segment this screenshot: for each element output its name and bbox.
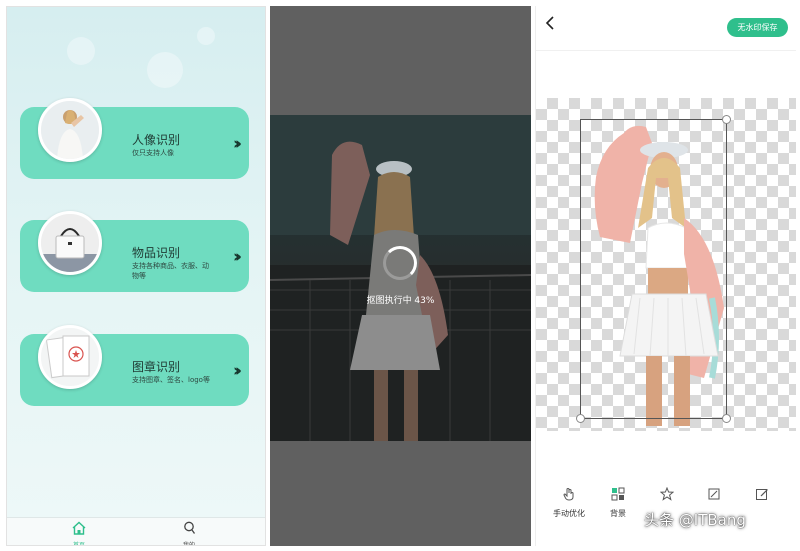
- card-portrait[interactable]: 人像识别 仅只支持人像 ››: [20, 98, 249, 179]
- tab-home[interactable]: 首页: [59, 520, 99, 546]
- double-chevron-right-icon: ››: [232, 134, 242, 154]
- tool-label: 手动优化: [553, 509, 585, 518]
- stamp-thumbnail-icon: [38, 325, 102, 389]
- tab-label: 首页: [72, 542, 85, 546]
- tool-background[interactable]: 背景: [593, 486, 643, 519]
- card-subtitle: 支持各种商品、衣服、动物等: [132, 262, 209, 280]
- delete-handle-icon[interactable]: [576, 414, 585, 423]
- tool-crop[interactable]: [689, 486, 739, 508]
- hand-icon: [563, 488, 574, 501]
- resize-handle-icon[interactable]: [722, 414, 731, 423]
- tool-manual-optimize[interactable]: 手动优化: [544, 486, 594, 519]
- card-subtitle: 支持图章、签名、logo等: [132, 376, 210, 384]
- source-photo: 抠图执行中 43%: [270, 115, 531, 441]
- handbag-thumbnail-icon: [38, 211, 102, 275]
- home-screen: 人像识别 仅只支持人像 ›› 物品识别 支持各种商品、衣服、动物等 ›› 图章识…: [6, 6, 266, 546]
- background-bokeh: [197, 27, 215, 45]
- save-no-watermark-button[interactable]: 无水印保存: [727, 18, 788, 37]
- transparent-canvas[interactable]: [536, 98, 796, 431]
- double-chevron-right-icon: ››: [232, 247, 242, 267]
- home-icon: [72, 521, 86, 535]
- user-icon: [184, 521, 196, 534]
- rotate-handle-icon[interactable]: [722, 115, 731, 124]
- editor-screen: 无水印保存 手动优化 背景 头条 @ITBang: [535, 6, 796, 546]
- progress-status-text: 抠图执行中 43%: [366, 296, 435, 306]
- card-stamp[interactable]: 图章识别 支持图章、签名、logo等 ››: [20, 325, 249, 406]
- tool-sticker[interactable]: [642, 486, 692, 508]
- double-chevron-right-icon: ››: [232, 361, 242, 381]
- tool-label: 背景: [610, 509, 626, 518]
- tab-profile[interactable]: 我的: [169, 520, 209, 546]
- selection-box[interactable]: [576, 115, 731, 423]
- background-bokeh: [67, 37, 95, 65]
- card-object[interactable]: 物品识别 支持各种商品、衣服、动物等 ››: [20, 211, 249, 292]
- card-title: 人像识别: [132, 133, 181, 147]
- background-bokeh: [147, 52, 183, 88]
- crop-icon: [708, 488, 720, 500]
- tool-edit[interactable]: [737, 486, 787, 508]
- sticker-icon: [659, 486, 675, 501]
- portrait-thumbnail-icon: [38, 98, 102, 162]
- header-divider: [536, 50, 796, 51]
- card-title: 物品识别: [132, 246, 181, 260]
- processing-screen: 抠图执行中 43%: [270, 6, 531, 546]
- background-icon: [611, 487, 625, 501]
- loading-spinner: [383, 246, 417, 280]
- chevron-left-icon[interactable]: [544, 15, 562, 37]
- watermark-text: 头条 @ITBang: [644, 511, 746, 529]
- tab-label: 我的: [182, 542, 195, 546]
- card-subtitle: 仅只支持人像: [132, 149, 174, 157]
- bottom-tab-bar: 首页 我的: [7, 517, 265, 545]
- edit-icon: [756, 489, 768, 500]
- card-title: 图章识别: [132, 360, 181, 374]
